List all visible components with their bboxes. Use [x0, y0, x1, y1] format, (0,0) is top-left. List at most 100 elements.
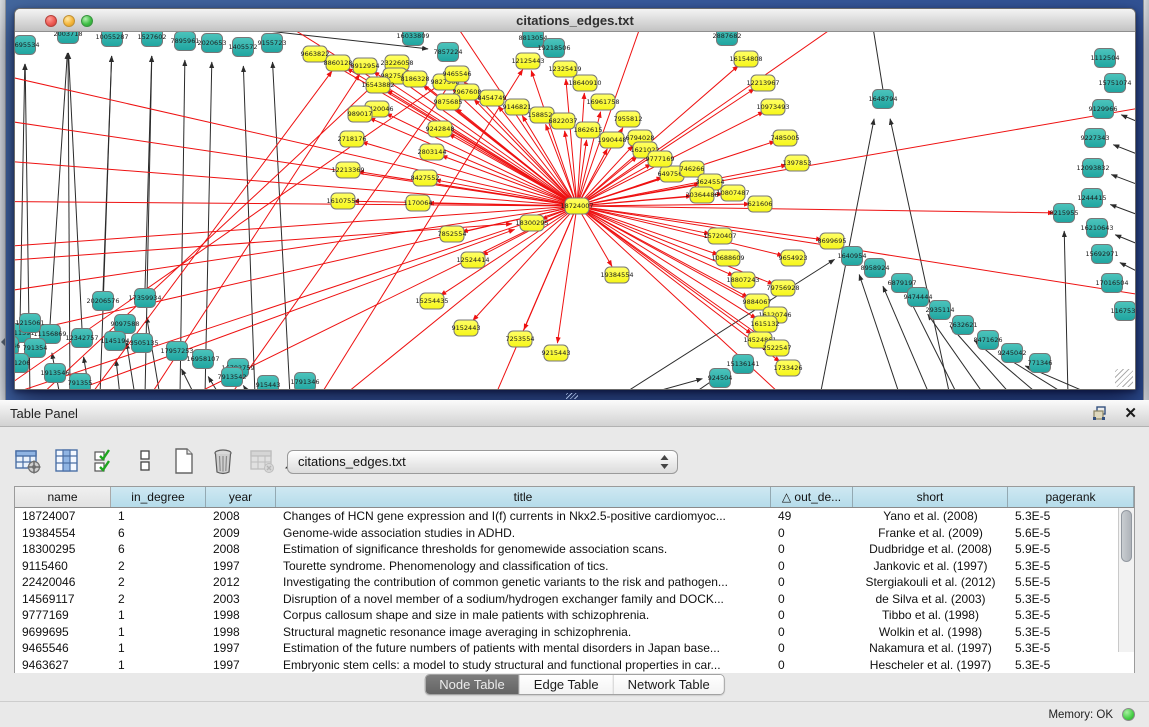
cell-in_degree[interactable]: 6	[111, 525, 206, 542]
cell-year[interactable]: 2009	[206, 525, 276, 542]
cell-year[interactable]: 1997	[206, 558, 276, 575]
graph-node[interactable]: 9777169	[646, 151, 675, 167]
graph-node[interactable]: 8471626	[974, 331, 1003, 350]
graph-node[interactable]: 9245042	[998, 344, 1027, 363]
cell-out_de[interactable]: 0	[771, 558, 853, 575]
cell-out_de[interactable]: 0	[771, 591, 853, 608]
cell-year[interactable]: 2003	[206, 591, 276, 608]
graph-node[interactable]: 2935114	[926, 301, 955, 320]
table-row[interactable]: 1456911722003Disruption of a novel membe…	[15, 591, 1134, 608]
table-row[interactable]: 1830029562008Estimation of significance …	[15, 541, 1134, 558]
graph-node[interactable]: 20364486	[685, 187, 718, 203]
window-titlebar[interactable]: citations_edges.txt	[15, 9, 1135, 32]
cell-name[interactable]: 19384554	[15, 525, 111, 542]
show-column-icon[interactable]	[53, 447, 81, 475]
graph-node[interactable]: 9474444	[904, 288, 933, 307]
table-mode-gear-icon[interactable]	[14, 447, 42, 475]
cell-short[interactable]: de Silva et al. (2003)	[853, 591, 1008, 608]
table-selector-dropdown[interactable]: citations_edges.txt	[287, 450, 678, 474]
graph-node[interactable]: 8186328	[401, 71, 430, 87]
cell-in_degree[interactable]: 1	[111, 624, 206, 641]
graph-node[interactable]: 12325419	[548, 61, 581, 77]
cell-year[interactable]: 1997	[206, 657, 276, 674]
cell-title[interactable]: Genome-wide association studies in ADHD.	[276, 525, 771, 542]
graph-node[interactable]: 915443	[256, 376, 281, 390]
cell-short[interactable]: Nakamura et al. (1997)	[853, 640, 1008, 657]
tab-node-table[interactable]: Node Table	[425, 675, 520, 694]
graph-node[interactable]: 9129966	[1089, 100, 1118, 119]
graph-node[interactable]: 16543882	[361, 77, 394, 93]
graph-node[interactable]: 1215061	[16, 314, 45, 333]
column-header-title[interactable]: title	[276, 487, 771, 507]
graph-node[interactable]: 2003718	[54, 32, 83, 44]
tab-network-table[interactable]: Network Table	[614, 675, 724, 694]
cell-short[interactable]: Dudbridge et al. (2008)	[853, 541, 1008, 558]
graph-node[interactable]: 7857224	[434, 43, 463, 62]
graph-node[interactable]: 1640954	[838, 247, 867, 266]
graph-node[interactable]: 2887682	[713, 32, 742, 46]
cell-out_de[interactable]: 0	[771, 525, 853, 542]
cell-in_degree[interactable]: 1	[111, 640, 206, 657]
cell-in_degree[interactable]: 1	[111, 508, 206, 525]
cell-in_degree[interactable]: 2	[111, 558, 206, 575]
cell-out_de[interactable]: 0	[771, 657, 853, 674]
graph-node[interactable]: 8215955	[1050, 204, 1079, 223]
graph-node[interactable]: 12213369	[331, 162, 364, 178]
graph-node[interactable]: 7955812	[614, 111, 643, 127]
graph-node[interactable]: 10973493	[756, 99, 789, 115]
cell-in_degree[interactable]: 2	[111, 591, 206, 608]
cell-title[interactable]: Disruption of a novel member of a sodium…	[276, 591, 771, 608]
graph-node[interactable]: 15692971	[1085, 245, 1118, 264]
right-panel-divider[interactable]	[1143, 0, 1149, 400]
cell-short[interactable]: Yano et al. (2008)	[853, 508, 1008, 525]
cell-year[interactable]: 1997	[206, 640, 276, 657]
graph-node[interactable]: 1990448	[598, 132, 627, 148]
graph-node[interactable]: 7485005	[771, 130, 800, 146]
table-row[interactable]: 977716911998Corpus callosum shape and si…	[15, 607, 1134, 624]
tab-edge-table[interactable]: Edge Table	[520, 675, 614, 694]
graph-hub-node[interactable]: 18724007	[560, 198, 593, 214]
graph-node[interactable]: 811206	[15, 354, 30, 373]
cell-short[interactable]: Jankovic et al. (1997)	[853, 558, 1008, 575]
graph-node[interactable]: 8699695	[818, 233, 847, 249]
cell-name[interactable]: 9699695	[15, 624, 111, 641]
graph-node[interactable]: 1145194	[101, 332, 130, 351]
graph-node[interactable]: 771346	[1028, 354, 1053, 373]
graph-node[interactable]: 19384554	[600, 267, 633, 283]
cell-year[interactable]: 1998	[206, 607, 276, 624]
graph-node[interactable]: 12524414	[456, 252, 489, 268]
table-row[interactable]: 1872400712008Changes of HCN gene express…	[15, 508, 1134, 525]
graph-node[interactable]: 12093832	[1076, 159, 1109, 178]
graph-node[interactable]: 10055287	[95, 32, 128, 47]
graph-node[interactable]: 2020653	[198, 34, 227, 53]
graph-node[interactable]: 1405572	[229, 38, 258, 57]
cell-pagerank[interactable]: 5.3E-5	[1008, 508, 1134, 525]
cell-pagerank[interactable]: 5.3E-5	[1008, 657, 1134, 674]
cell-year[interactable]: 1998	[206, 624, 276, 641]
graph-node[interactable]: 1913546	[41, 364, 70, 383]
table-row[interactable]: 911546021997Tourette syndrome. Phenomeno…	[15, 558, 1134, 575]
cell-name[interactable]: 9463627	[15, 657, 111, 674]
graph-node[interactable]: 7253554	[506, 331, 535, 347]
float-panel-icon[interactable]	[1093, 406, 1109, 420]
cell-short[interactable]: Franke et al. (2009)	[853, 525, 1008, 542]
left-panel-divider[interactable]	[0, 0, 6, 400]
cell-pagerank[interactable]: 5.9E-5	[1008, 541, 1134, 558]
graph-node[interactable]: 17359934	[128, 289, 161, 308]
cell-name[interactable]: 18300295	[15, 541, 111, 558]
graph-node[interactable]: 2522547	[763, 340, 792, 356]
graph-node[interactable]: 2803144	[418, 144, 447, 160]
cell-year[interactable]: 2008	[206, 508, 276, 525]
cell-name[interactable]: 9777169	[15, 607, 111, 624]
cell-year[interactable]: 2008	[206, 541, 276, 558]
graph-node[interactable]: 1648794	[869, 90, 898, 109]
graph-node[interactable]: 7895961	[171, 32, 200, 51]
graph-node[interactable]: 989017	[348, 106, 373, 122]
cell-in_degree[interactable]: 2	[111, 574, 206, 591]
cell-pagerank[interactable]: 5.3E-5	[1008, 558, 1134, 575]
graph-node[interactable]: 79756928	[766, 280, 799, 296]
delete-column-trash-icon[interactable]	[209, 447, 237, 475]
graph-node[interactable]: 1733426	[774, 360, 803, 376]
network-canvas[interactable]: 1872400796638228860128891295423226058982…	[15, 32, 1135, 389]
graph-node[interactable]: 7852554	[438, 226, 467, 242]
